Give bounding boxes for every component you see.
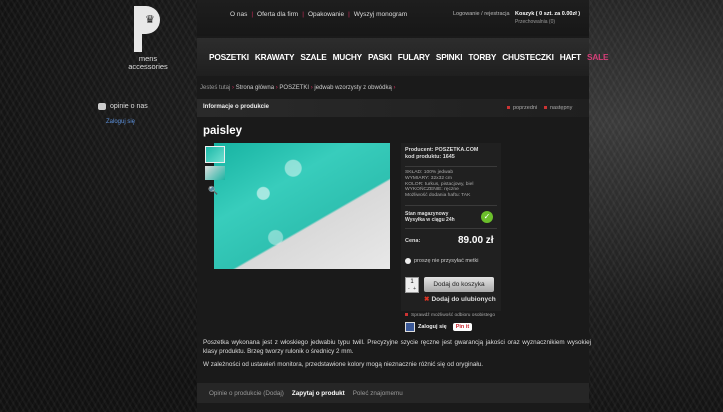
close-icon: ✖ bbox=[424, 296, 430, 303]
product-info-bar: Informacje o produkcie poprzedni następn… bbox=[197, 99, 589, 117]
account-links: Logowanie / rejestracja bbox=[453, 11, 510, 17]
stock-info: Stan magazynowy Wysyłka w ciągu 24h bbox=[405, 211, 455, 223]
menu-item-spinki[interactable]: SPINKI bbox=[434, 52, 464, 62]
next-link[interactable]: następny bbox=[544, 105, 572, 111]
social-login: Zaloguj się Pin it bbox=[405, 322, 473, 332]
no-tag-option[interactable]: proszę nie przysyłać metki bbox=[405, 258, 479, 264]
top-link-monogram[interactable]: Wyszyj monogram bbox=[354, 11, 407, 18]
facebook-icon[interactable] bbox=[405, 322, 415, 332]
quantity-stepper[interactable]: 1 - + bbox=[405, 277, 419, 293]
crown-icon: ♛ bbox=[145, 14, 155, 26]
logo-text: mens accessories bbox=[128, 54, 168, 71]
product-tabs: Opinie o produkcie (Dodaj) Zapytaj o pro… bbox=[197, 383, 589, 403]
plus-icon[interactable]: + bbox=[413, 286, 416, 292]
breadcrumb: Jesteś tutaj › Strona główna › POSZETKI … bbox=[200, 85, 396, 91]
menu-item-haft[interactable]: HAFT bbox=[558, 52, 583, 62]
social-login-label[interactable]: Zaloguj się bbox=[418, 324, 447, 330]
price-value: 89.00 zł bbox=[458, 235, 494, 246]
breadcrumb-home[interactable]: Strona główna bbox=[236, 85, 274, 91]
stored-link[interactable]: Przechowalnia (0) bbox=[515, 19, 555, 25]
add-to-favorites-link[interactable]: ✖ Dodaj do ulubionych bbox=[424, 295, 496, 303]
menu-item-paski[interactable]: PASKI bbox=[366, 52, 394, 62]
previous-link[interactable]: poprzedni bbox=[507, 105, 537, 111]
breadcrumb-category[interactable]: POSZETKI bbox=[279, 85, 309, 91]
product-title: paisley bbox=[203, 125, 242, 137]
product-specs: SKŁAD: 100% jedwab WYMIARY: 32x32 cm KOL… bbox=[405, 170, 474, 199]
account-login-link[interactable]: Logowanie bbox=[453, 11, 480, 17]
speech-bubble-icon bbox=[98, 103, 106, 110]
product-image[interactable] bbox=[214, 143, 390, 269]
top-links: O nas | Oferta dla firm | Opakowanie | Wysz… bbox=[230, 11, 408, 18]
product-thumbnail-2[interactable] bbox=[205, 166, 225, 180]
main-menu: POSZETKI KRAWATY SZALE MUCHY PASKI FULAR… bbox=[197, 38, 609, 76]
tab-reviews[interactable]: Opinie o produkcie (Dodaj) bbox=[209, 390, 284, 397]
add-to-cart-button[interactable]: Dodaj do koszyka bbox=[424, 277, 494, 292]
menu-item-krawaty[interactable]: KRAWATY bbox=[253, 52, 296, 62]
login-link[interactable]: Zaloguj się bbox=[106, 119, 135, 125]
cart-link[interactable]: Koszyk ( 0 szt. za 0.00zł ) bbox=[515, 11, 580, 17]
menu-item-poszetki[interactable]: POSZETKI bbox=[207, 52, 251, 62]
breadcrumb-current: jedwab wzorzysty z obwódką bbox=[314, 85, 392, 91]
site-logo[interactable]: ♛ mens accessories bbox=[128, 6, 168, 72]
top-link-about[interactable]: O nas bbox=[230, 11, 247, 18]
top-link-business[interactable]: Oferta dla firm bbox=[257, 11, 298, 18]
producer-info: Producent: POSZETKA.COM kod produktu: 16… bbox=[405, 147, 479, 160]
opinions-link[interactable]: opinie o nas bbox=[98, 103, 148, 110]
menu-item-muchy[interactable]: MUCHY bbox=[331, 52, 364, 62]
checkmark-icon: ✓ bbox=[481, 211, 493, 223]
tab-ask[interactable]: Zapytaj o produkt bbox=[292, 390, 345, 397]
tab-recommend[interactable]: Poleć znajomemu bbox=[353, 390, 403, 397]
pin-it-button[interactable]: Pin it bbox=[452, 323, 473, 331]
color-disclaimer: W zależności od ustawień monitora, przed… bbox=[203, 361, 484, 368]
account-register-link[interactable]: rejestracja bbox=[484, 11, 509, 17]
product-thumbnail-1[interactable] bbox=[205, 146, 225, 163]
top-link-packaging[interactable]: Opakowanie bbox=[308, 11, 344, 18]
menu-item-szale[interactable]: SZALE bbox=[298, 52, 328, 62]
logo-mark: ♛ bbox=[134, 6, 162, 52]
product-description: Poszetka wykonana jest z włoskiego jedwa… bbox=[203, 339, 591, 355]
menu-item-torby[interactable]: TORBY bbox=[466, 52, 498, 62]
pickup-check-link[interactable]: Sprawdź możliwość odbioru osobistego bbox=[405, 313, 495, 318]
minus-icon[interactable]: - bbox=[408, 286, 410, 292]
menu-item-sale[interactable]: SALE bbox=[585, 52, 610, 62]
radio-button[interactable] bbox=[405, 258, 411, 264]
top-bar: O nas | Oferta dla firm | Opakowanie | Wysz… bbox=[197, 0, 589, 36]
menu-item-chusteczki[interactable]: CHUSTECZKI bbox=[500, 52, 555, 62]
zoom-icon[interactable]: 🔍 bbox=[208, 186, 218, 195]
product-info-label: Informacje o produkcie bbox=[203, 104, 270, 110]
menu-item-fulary[interactable]: FULARY bbox=[396, 52, 432, 62]
price-label: Cena: bbox=[405, 238, 421, 244]
